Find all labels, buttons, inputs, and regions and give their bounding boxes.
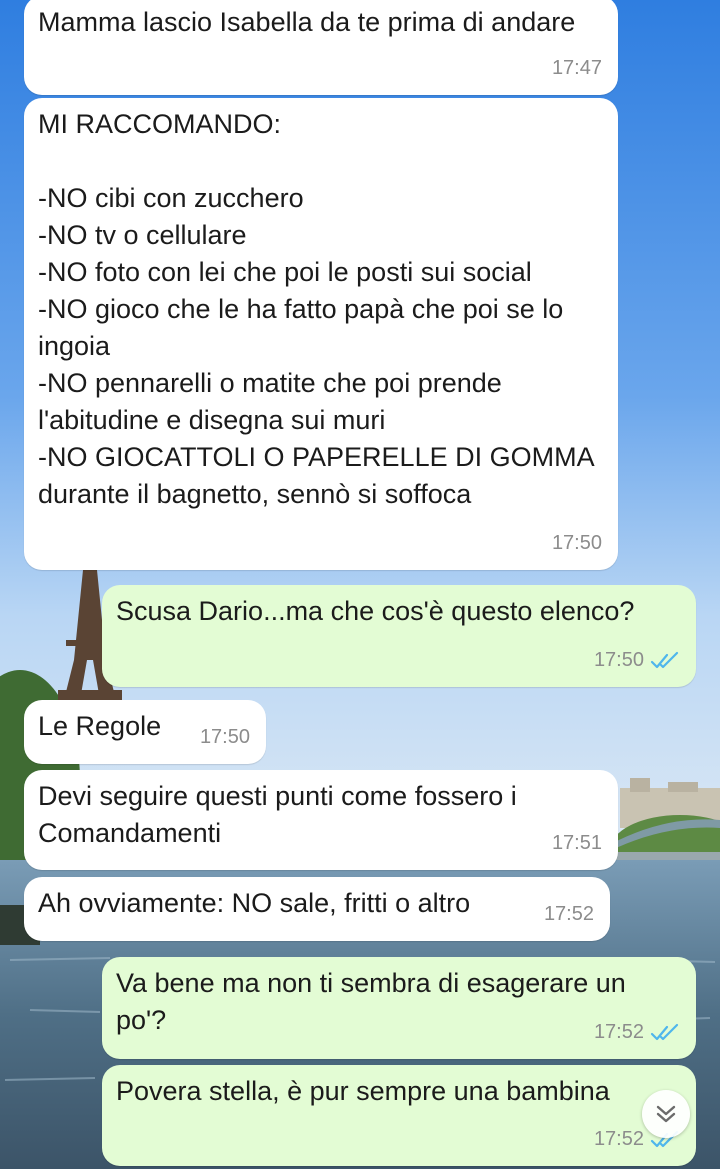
message-text: Mamma lascio Isabella da te prima di and… [38,7,576,37]
message-meta: 17:50 [552,525,602,562]
double-check-icon [650,1023,679,1040]
double-check-icon [650,651,679,668]
message-bubble-outgoing[interactable]: Va bene ma non ti sembra di esagerare un… [102,957,696,1059]
message-meta: 17:51 [552,825,602,862]
message-time: 17:47 [551,57,602,79]
message-meta: 17:50 [200,719,250,756]
message-time: 17:51 [551,832,602,854]
message-bubble-outgoing[interactable]: Povera stella, è pur sempre una bambina … [102,1065,696,1166]
message-text: MI RACCOMANDO: -NO cibi con zucchero -NO… [38,109,594,509]
message-time: 17:50 [551,532,602,554]
message-time: 17:52 [593,1021,644,1043]
message-meta: 17:52 [544,896,594,933]
message-bubble-outgoing[interactable]: Scusa Dario...ma che cos'è questo elenco… [102,585,696,687]
message-time: 17:52 [543,903,594,925]
message-text: Devi seguire questi punti come fossero i… [38,781,525,848]
message-meta: 17:47 [552,50,602,87]
message-meta: 17:52 [594,1014,680,1051]
chevron-double-down-icon [656,1105,676,1123]
message-list[interactable]: Mamma lascio Isabella da te prima di and… [0,0,720,1169]
message-bubble-incoming[interactable]: Devi seguire questi punti come fossero i… [24,770,618,870]
message-meta: 17:50 [594,642,680,679]
message-bubble-incoming[interactable]: Ah ovviamente: NO sale, fritti o altro 1… [24,877,610,941]
message-time: 17:50 [199,726,250,748]
message-text: Ah ovviamente: NO sale, fritti o altro [38,888,471,918]
message-text: Povera stella, è pur sempre una bambina [116,1076,610,1106]
message-bubble-incoming[interactable]: Le Regole 17:50 [24,700,266,764]
message-bubble-incoming[interactable]: MI RACCOMANDO: -NO cibi con zucchero -NO… [24,98,618,570]
scroll-to-bottom-button[interactable] [642,1090,690,1138]
message-time: 17:52 [593,1128,644,1150]
message-text: Scusa Dario...ma che cos'è questo elenco… [116,596,635,626]
message-bubble-incoming[interactable]: Mamma lascio Isabella da te prima di and… [24,0,618,95]
message-time: 17:50 [593,649,644,671]
